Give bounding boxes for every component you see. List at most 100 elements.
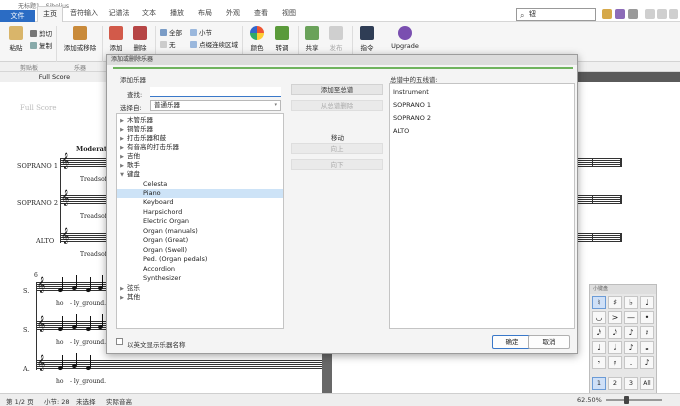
command-button[interactable]: 指令 <box>356 26 378 52</box>
select-all-button[interactable]: 全部 <box>160 27 182 37</box>
cut-button[interactable]: 剪切 <box>30 28 52 38</box>
tree-item-woodwind[interactable]: ▶ 木管乐器 <box>117 116 153 125</box>
keypad-key[interactable]: 𝅘𝅥𝅯 <box>592 326 606 339</box>
staves-list-item[interactable]: SOPRANO 2 <box>393 114 431 122</box>
tab-appearance[interactable]: 外观 <box>222 6 244 22</box>
tab-layout[interactable]: 布局 <box>194 6 216 22</box>
instrument-tree[interactable]: ▶ 木管乐器 ▶ 铜管乐器 ▶ 打击乐器和鼓 ▶ 有音高的打击乐器 ▶ 吉他 ▶ 歌手 ▼ 键… <box>116 113 284 329</box>
tree-item-guitar[interactable]: ▶ 吉他 <box>117 152 140 161</box>
keypad-key[interactable]: ♭ <box>624 296 638 309</box>
tree-item-organ-pedals[interactable]: Ped. (Organ pedals) <box>117 255 207 264</box>
tree-item-keyboard[interactable]: Keyboard <box>117 198 174 207</box>
tab-note-input[interactable]: 音符输入 <box>68 6 100 22</box>
ok-button[interactable]: 确定 <box>492 335 532 349</box>
add-to-score-button[interactable]: 添加至总谱 <box>291 84 383 95</box>
tree-item-brass[interactable]: ▶ 铜管乐器 <box>117 125 153 134</box>
undo-icon[interactable] <box>615 9 625 19</box>
keypad-key[interactable]: ♪ <box>640 356 654 369</box>
select-none-button[interactable]: 无 <box>160 39 176 49</box>
copy-button[interactable]: 复制 <box>30 40 52 50</box>
tree-item-synthesizer[interactable]: Synthesizer <box>117 274 181 283</box>
tab-home[interactable]: 主页 <box>37 6 63 22</box>
tree-item-singers[interactable]: ▶ 歌手 <box>117 161 140 170</box>
add-button[interactable]: 添加 <box>106 26 126 52</box>
add-remove-button[interactable]: 添加或移除 <box>62 26 98 52</box>
tab-file[interactable]: 文件 <box>0 10 35 22</box>
dialog-accent-strip <box>113 67 573 69</box>
tab-review[interactable]: 查看 <box>250 6 272 22</box>
tree-item-strings[interactable]: ▶ 弦乐 <box>117 284 140 293</box>
tree-item-organ-swell[interactable]: Organ (Swell) <box>117 246 187 255</box>
staves-list-item[interactable]: SOPRANO 1 <box>393 101 431 109</box>
status-pitch: 实际音高 <box>106 398 132 406</box>
tree-item-organ-great[interactable]: Organ (Great) <box>117 236 188 245</box>
keypad-key[interactable]: ♩ <box>640 296 654 309</box>
tab-view[interactable]: 视图 <box>278 6 300 22</box>
keypad-key[interactable]: 𝅘𝅥𝅮 <box>608 326 622 339</box>
keypad-key[interactable]: • <box>640 311 654 324</box>
paste-label: 粘贴 <box>9 44 23 52</box>
transpose-button[interactable]: 转调 <box>272 26 292 52</box>
keypad-key[interactable]: ◡ <box>592 311 606 324</box>
tree-item-organ-manuals[interactable]: Organ (manuals) <box>117 227 198 236</box>
keypad-key[interactable]: > <box>608 311 622 324</box>
tab-full-score[interactable]: Full Score <box>0 72 110 82</box>
keypad-key[interactable]: ♯ <box>608 296 622 309</box>
keypad-key[interactable]: . <box>624 356 638 369</box>
tree-item-accordion[interactable]: Accordion <box>117 265 175 274</box>
tree-item-harpsichord[interactable]: Harpsichord <box>117 208 182 217</box>
delete-button[interactable]: 删除 <box>130 26 150 52</box>
help-icon[interactable] <box>602 9 612 19</box>
staves-list[interactable]: Instrument SOPRANO 1 SOPRANO 2 ALTO <box>389 83 575 329</box>
publish-button[interactable]: 发布 <box>326 26 346 52</box>
choose-from-select[interactable]: 普通乐器 ▾ <box>150 100 281 111</box>
tree-item-pitched-percussion[interactable]: ▶ 有音高的打击乐器 <box>117 143 179 152</box>
search-input[interactable]: ⌕ 钮 <box>516 8 596 21</box>
tab-play[interactable]: 播放 <box>166 6 188 22</box>
find-input[interactable] <box>150 87 281 97</box>
keypad-key[interactable]: 𝅝 <box>640 341 654 354</box>
bar-button[interactable]: 小节 <box>190 27 212 37</box>
zoom-slider[interactable] <box>606 399 662 401</box>
zoom-level[interactable]: 62.50% <box>577 396 602 404</box>
paste-button[interactable]: 粘贴 <box>6 26 26 52</box>
staves-list-item[interactable]: ALTO <box>393 127 409 135</box>
staves-list-item[interactable]: Instrument <box>393 88 429 96</box>
keypad-key[interactable]: 𝄽 <box>640 326 654 339</box>
passage-button[interactable]: 点缀连续区域 <box>190 39 238 49</box>
tree-item-celesta[interactable]: Celesta <box>117 180 167 189</box>
tab-notations[interactable]: 记谱法 <box>106 6 132 22</box>
keypad-key[interactable]: 𝄾 <box>592 356 606 369</box>
keypad-key[interactable]: ♪ <box>624 326 638 339</box>
maximize-icon[interactable] <box>657 9 667 19</box>
english-names-checkbox[interactable] <box>116 338 123 345</box>
keypad-key[interactable]: — <box>624 311 638 324</box>
zoom-slider-handle[interactable] <box>624 396 629 404</box>
tree-item-percussion[interactable]: ▶ 打击乐器和鼓 <box>117 134 166 143</box>
keypad-layout-tab[interactable]: 1 <box>592 377 606 390</box>
keypad-key[interactable]: ♮ <box>592 296 606 309</box>
tree-item-keyboards[interactable]: ▼ 键盘 <box>117 170 140 179</box>
tab-text[interactable]: 文本 <box>138 6 160 22</box>
keypad-key[interactable]: ♩ <box>592 341 606 354</box>
keypad-layout-tab[interactable]: 3 <box>624 377 638 390</box>
close-icon[interactable] <box>669 9 678 19</box>
keypad-key[interactable]: 𝄿 <box>608 356 622 369</box>
keypad-layout-tab[interactable]: 2 <box>608 377 622 390</box>
minimize-icon[interactable] <box>645 9 655 19</box>
tree-item-other[interactable]: ▶ 其他 <box>117 293 140 302</box>
keypad-key[interactable]: ♪ <box>624 341 638 354</box>
share-button[interactable]: 共享 <box>302 26 322 52</box>
cancel-button[interactable]: 取消 <box>528 335 570 349</box>
redo-icon[interactable] <box>628 9 638 19</box>
upgrade-button[interactable]: Upgrade <box>390 26 420 50</box>
tree-item-electric-organ[interactable]: Electric Organ <box>117 217 189 226</box>
keypad-layout-tab[interactable]: All <box>640 377 654 390</box>
group-label-clipboard: 剪贴板 <box>20 65 39 72</box>
move-up-button[interactable]: 向上 <box>291 143 383 154</box>
keypad-key[interactable]: 𝅗𝅥 <box>608 341 622 354</box>
tree-item-piano[interactable]: Piano <box>117 189 283 198</box>
move-down-button[interactable]: 向下 <box>291 159 383 170</box>
remove-from-score-button[interactable]: 从总谱删除 <box>291 100 383 111</box>
color-button[interactable]: 颜色 <box>246 26 268 52</box>
